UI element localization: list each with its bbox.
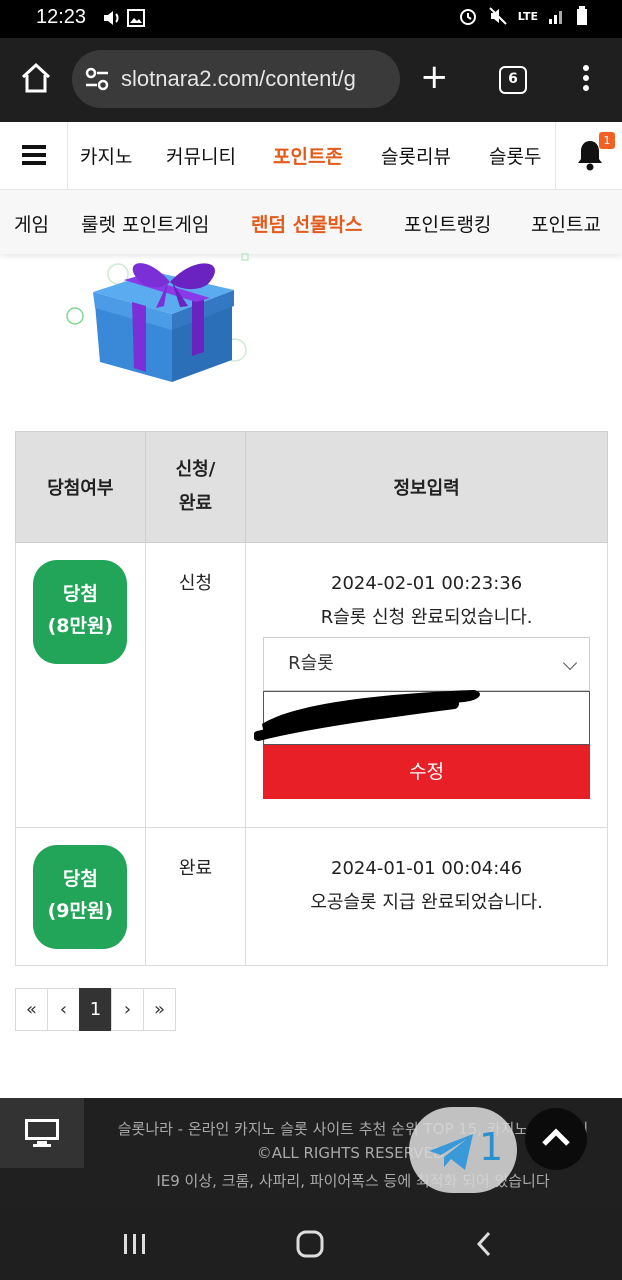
url-text[interactable]: slotnara2.com/content/g bbox=[121, 66, 356, 92]
subnav-item-roulette[interactable]: 룰렛 포인트게임 bbox=[81, 210, 209, 237]
column-header-info: 정보입력 bbox=[245, 431, 608, 543]
battery-icon bbox=[577, 6, 587, 25]
pc-version-button[interactable] bbox=[0, 1098, 84, 1168]
chevron-down-icon bbox=[563, 655, 578, 671]
redaction-scribble bbox=[254, 690, 481, 741]
request-message: R슬롯 신청 완료되었습니다. bbox=[320, 607, 533, 628]
alarm-icon bbox=[459, 9, 476, 25]
pagination: « ‹ 1 › » bbox=[15, 988, 176, 1031]
scroll-top-button[interactable] bbox=[525, 1108, 587, 1170]
edit-button[interactable]: 수정 bbox=[263, 745, 591, 799]
gallery-icon bbox=[126, 9, 145, 27]
status-left-icons bbox=[102, 9, 145, 31]
site-select[interactable]: R슬롯 bbox=[263, 637, 591, 691]
subnav-item-game[interactable]: 게임 bbox=[14, 210, 49, 237]
nav-item-slot-more[interactable]: 슬롯두 bbox=[489, 142, 541, 169]
header-status-line2: 완료 bbox=[178, 493, 213, 514]
info-cell: 2024-01-01 00:04:46 오공슬롯 지급 완료되었습니다. bbox=[245, 827, 608, 966]
nav-item-community[interactable]: 커뮤니티 bbox=[166, 142, 236, 169]
new-tab-button[interactable]: + bbox=[420, 60, 449, 94]
first-page-button[interactable]: « bbox=[15, 988, 48, 1031]
footer-browser-note: IE9 이상, 크롬, 사파리, 파이어폭스 등에 최적화 되어 있습니다 bbox=[156, 1172, 550, 1190]
nav-item-casino[interactable]: 카지노 bbox=[80, 142, 132, 169]
win-badge-label: 당첨 bbox=[62, 583, 98, 605]
android-nav-bar bbox=[0, 1208, 622, 1280]
home-icon bbox=[21, 62, 51, 93]
nav-item-pointzone[interactable]: 포인트존 bbox=[273, 142, 343, 169]
request-datetime: 2024-02-01 00:23:36 bbox=[331, 573, 523, 594]
header-result-label: 당첨여부 bbox=[47, 478, 114, 499]
telegram-button[interactable]: 1 bbox=[409, 1107, 517, 1193]
status-time: 12:23 bbox=[36, 6, 87, 28]
address-bar[interactable]: slotnara2.com/content/g bbox=[72, 50, 400, 108]
more-menu-button[interactable] bbox=[574, 62, 598, 98]
status-bar: 12:23 LTE bbox=[0, 0, 622, 38]
win-badge: 당첨 (8만원) bbox=[33, 560, 128, 664]
subnav-item-ranking[interactable]: 포인트랭킹 bbox=[404, 210, 491, 237]
subnav-item-giftbox[interactable]: 랜덤 선물박스 bbox=[251, 210, 363, 237]
volume-icon bbox=[104, 11, 119, 25]
page-1-button[interactable]: 1 bbox=[79, 988, 112, 1031]
result-cell: 당첨 (9만원) bbox=[15, 827, 146, 966]
header-info-label: 정보입력 bbox=[393, 478, 460, 499]
mute-icon bbox=[489, 7, 507, 25]
notifications-button[interactable]: 1 bbox=[555, 122, 622, 189]
notification-badge: 1 bbox=[599, 132, 615, 149]
nav-item-slot-review[interactable]: 슬롯리뷰 bbox=[381, 142, 451, 169]
back-icon[interactable] bbox=[474, 1230, 494, 1258]
monitor-icon bbox=[25, 1119, 59, 1147]
column-header-result: 당첨여부 bbox=[15, 431, 146, 543]
tab-switcher-button[interactable]: 6 bbox=[499, 66, 527, 94]
win-badge-amount: (8만원) bbox=[47, 615, 114, 637]
column-header-status: 신청/ 완료 bbox=[144, 431, 247, 543]
site-select-value: R슬롯 bbox=[288, 653, 334, 674]
site-settings-icon[interactable] bbox=[84, 66, 110, 92]
table-header-row: 당첨여부 신청/ 완료 정보입력 bbox=[15, 431, 608, 543]
last-page-button[interactable]: » bbox=[143, 988, 176, 1031]
subnav-item-exchange[interactable]: 포인트교 bbox=[531, 210, 601, 237]
telegram-count: 1 bbox=[479, 1125, 504, 1169]
win-badge-label: 당첨 bbox=[62, 868, 98, 890]
info-cell: 2024-02-01 00:23:36 R슬롯 신청 완료되었습니다. R슬롯 … bbox=[245, 542, 608, 828]
win-badge: 당첨 (9만원) bbox=[33, 845, 128, 949]
status-right-icons: LTE bbox=[458, 6, 588, 26]
request-message: 오공슬롯 지급 완료되었습니다. bbox=[310, 892, 543, 913]
table-row: 당첨 (8만원) 신청 2024-02-01 00:23:36 R슬롯 신청 완… bbox=[15, 542, 608, 828]
status-cell: 완료 bbox=[144, 827, 247, 966]
status-text: 완료 bbox=[178, 858, 213, 879]
prev-page-button[interactable]: ‹ bbox=[47, 988, 80, 1031]
status-text: 신청 bbox=[178, 573, 213, 594]
status-cell: 신청 bbox=[144, 542, 247, 828]
table-row: 당첨 (9만원) 완료 2024-01-01 00:04:46 오공슬롯 지급 … bbox=[15, 827, 608, 966]
result-cell: 당첨 (8만원) bbox=[15, 542, 146, 828]
request-datetime: 2024-01-01 00:04:46 bbox=[331, 858, 523, 879]
header-status-line1: 신청/ bbox=[175, 459, 216, 480]
signal-icon bbox=[549, 11, 562, 24]
gift-box-icon bbox=[66, 253, 249, 382]
home-nav-icon[interactable] bbox=[296, 1230, 324, 1258]
win-badge-amount: (9만원) bbox=[47, 900, 114, 922]
sub-nav: 게임 룰렛 포인트게임 랜덤 선물박스 포인트랭킹 포인트교 bbox=[0, 190, 622, 254]
giftbox-history-table: 당첨여부 신청/ 완료 정보입력 당첨 (8만원) 신청 2024-02-01 … bbox=[15, 431, 608, 966]
network-type: LTE bbox=[517, 9, 538, 23]
browser-toolbar: slotnara2.com/content/g + 6 bbox=[0, 38, 622, 122]
site-nav: 카지노 커뮤니티 포인트존 슬롯리뷰 슬롯두 1 bbox=[0, 122, 622, 190]
recent-apps-icon[interactable] bbox=[122, 1232, 148, 1256]
account-id-input[interactable] bbox=[254, 690, 591, 745]
next-page-button[interactable]: › bbox=[111, 988, 144, 1031]
menu-button[interactable] bbox=[0, 122, 68, 189]
chevron-up-icon bbox=[542, 1128, 570, 1146]
main-menu: 카지노 커뮤니티 포인트존 슬롯리뷰 슬롯두 bbox=[68, 122, 554, 189]
home-button[interactable] bbox=[18, 60, 54, 96]
telegram-icon bbox=[429, 1134, 473, 1170]
